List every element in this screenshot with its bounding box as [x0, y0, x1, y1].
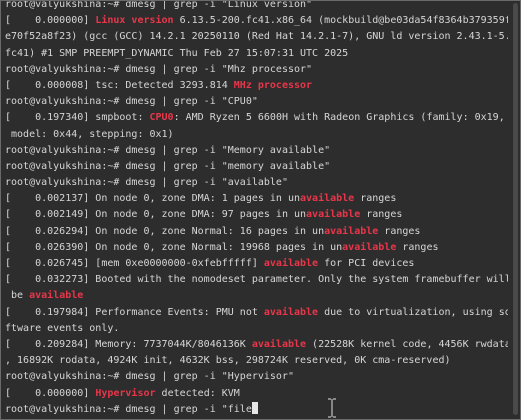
output-text: fc41) #1 SMP PREEMPT_DYNAMIC Thu Feb 27 …: [5, 47, 349, 59]
command-text: root@valyukshina:~# dmesg | grep -i "Mem…: [5, 144, 331, 156]
grep-match-highlight: Linux version: [95, 15, 174, 27]
output-line: [ 0.000008] tsc: Detected 3293.814 MHz p…: [5, 78, 508, 94]
command-line: root@valyukshina:~# dmesg | grep -i "fil…: [5, 401, 508, 418]
output-line: [ 0.000000] Hypervisor detected: KVM: [5, 386, 508, 402]
output-text: ranges: [354, 193, 397, 205]
output-text: : AMD Ryzen 5 6600H with Radeon Graphics…: [173, 112, 505, 124]
grep-match-highlight: available: [306, 209, 361, 221]
output-text: [ 0.000000]: [5, 15, 96, 27]
grep-match-highlight: available: [263, 258, 319, 269]
output-text: [ 0.026745] [mem 0xe0000000-0xfebfffff]: [5, 258, 264, 269]
scrollbar-thumb[interactable]: [513, 3, 518, 415]
output-text: [ 0.026390] On node 0, zone Normal: 1996…: [5, 241, 343, 253]
text-cursor: [251, 401, 258, 414]
command-line: root@valyukshina:~# dmesg | grep -i "Hyp…: [5, 369, 508, 385]
scrollbar[interactable]: [511, 1, 519, 419]
output-text: [ 0.000000]: [5, 387, 96, 399]
output-text: [ 0.000008] tsc: Detected 3293.814: [5, 79, 234, 91]
output-text: (22528K kernel code, 4456K rwdata: [306, 338, 508, 350]
output-text: ranges: [360, 209, 403, 221]
command-text: root@valyukshina:~# dmesg | grep -i "mem…: [5, 160, 331, 172]
output-line: [ 0.026294] On node 0, zone Normal: 16 p…: [5, 224, 508, 240]
output-line: , 16892K rodata, 4924K init, 4632K bss, …: [5, 353, 508, 369]
grep-match-highlight: available: [324, 225, 379, 237]
output-line: ftware events only.: [5, 321, 508, 337]
grep-match-highlight: CPU0: [149, 112, 174, 124]
text-ibeam-icon: [328, 398, 336, 418]
grep-match-highlight: available: [300, 193, 355, 205]
output-line: fc41) #1 SMP PREEMPT_DYNAMIC Thu Feb 27 …: [5, 46, 508, 62]
grep-match-highlight: available: [251, 338, 307, 350]
command-line: root@valyukshina:~# dmesg | grep -i "ava…: [5, 175, 508, 191]
output-line: [ 0.002149] On node 0, zone DMA: 97 page…: [5, 207, 508, 223]
output-text: ranges: [378, 225, 421, 237]
command-line: root@valyukshina:~# dmesg | grep -i "mem…: [5, 159, 508, 175]
terminal-output: root@valyukshina:~# dmesg | grep -i "Lin…: [5, 0, 508, 418]
output-text: [ 0.209284] Memory: 7737044K/8046136K: [5, 338, 252, 350]
output-text: due to virtualization, using so: [318, 306, 508, 318]
output-line: e70f52a8f23) (gcc (GCC) 14.2.1 20250110 …: [5, 29, 508, 45]
output-line: [ 0.197984] Performance Events: PMU not …: [5, 305, 508, 321]
command-text: root@valyukshina:~# dmesg | grep -i "CPU…: [5, 96, 258, 108]
output-text: [ 0.002149] On node 0, zone DMA: 97 page…: [5, 209, 307, 221]
grep-match-highlight: available: [342, 241, 397, 253]
command-line: root@valyukshina:~# dmesg | grep -i "CPU…: [5, 94, 508, 110]
output-text: [ 0.197340] smpboot:: [5, 112, 150, 124]
output-text: 6.13.5-200.fc41.x86_64 (mockbuild@be03da…: [173, 15, 508, 27]
output-text: ranges: [396, 241, 439, 253]
grep-match-highlight: MHz processor: [233, 79, 313, 91]
command-text: root@valyukshina:~# dmesg | grep -i "Mhz…: [5, 63, 313, 75]
terminal-window[interactable]: root@valyukshina:~# dmesg | grep -i "Lin…: [0, 0, 521, 420]
output-text: be: [5, 290, 30, 302]
output-text: for PCI devices: [318, 258, 415, 269]
output-text: e70f52a8f23) (gcc (GCC) 14.2.1 20250110 …: [5, 31, 508, 43]
output-line: model: 0x44, stepping: 0x1): [5, 127, 508, 143]
output-line: [ 0.002137] On node 0, zone DMA: 1 pages…: [5, 191, 508, 207]
output-text: detected: KVM: [155, 387, 240, 399]
output-text: [ 0.032273] Booted with the nomodeset pa…: [5, 274, 508, 286]
output-line: [ 0.197340] smpboot: CPU0: AMD Ryzen 5 6…: [5, 110, 508, 126]
output-text: model: 0x44, stepping: 0x1): [5, 128, 174, 140]
output-text: ftware events only.: [5, 322, 120, 334]
command-line: root@valyukshina:~# dmesg | grep -i "Mhz…: [5, 62, 508, 78]
output-text: , 16892K rodata, 4924K init, 4632K bss, …: [5, 355, 451, 367]
output-line: [ 0.209284] Memory: 7737044K/8046136K av…: [5, 337, 508, 353]
output-line: [ 0.026745] [mem 0xe0000000-0xfebfffff] …: [5, 256, 508, 272]
command-text: root@valyukshina:~# dmesg | grep -i "ava…: [5, 177, 288, 189]
output-line: [ 0.032273] Booted with the nomodeset pa…: [5, 272, 508, 288]
command-text: root@valyukshina:~# dmesg | grep -i "fil…: [5, 403, 252, 415]
command-text: root@valyukshina:~# dmesg | grep -i "Lin…: [5, 0, 313, 10]
output-line: [ 0.026390] On node 0, zone Normal: 1996…: [5, 240, 508, 256]
output-text: [ 0.002137] On node 0, zone DMA: 1 pages…: [5, 193, 301, 205]
command-line: root@valyukshina:~# dmesg | grep -i "Mem…: [5, 143, 508, 159]
output-text: [ 0.197984] Performance Events: PMU not: [5, 306, 264, 318]
grep-match-highlight: available: [263, 306, 319, 318]
grep-match-highlight: available: [29, 290, 84, 302]
command-text: root@valyukshina:~# dmesg | grep -i "Hyp…: [5, 371, 294, 383]
command-line: root@valyukshina:~# dmesg | grep -i "Lin…: [5, 0, 508, 13]
output-text: [ 0.026294] On node 0, zone Normal: 16 p…: [5, 225, 325, 237]
output-line: [ 0.000000] Linux version 6.13.5-200.fc4…: [5, 13, 508, 29]
output-line: be available: [5, 288, 508, 304]
grep-match-highlight: Hypervisor: [95, 387, 156, 399]
